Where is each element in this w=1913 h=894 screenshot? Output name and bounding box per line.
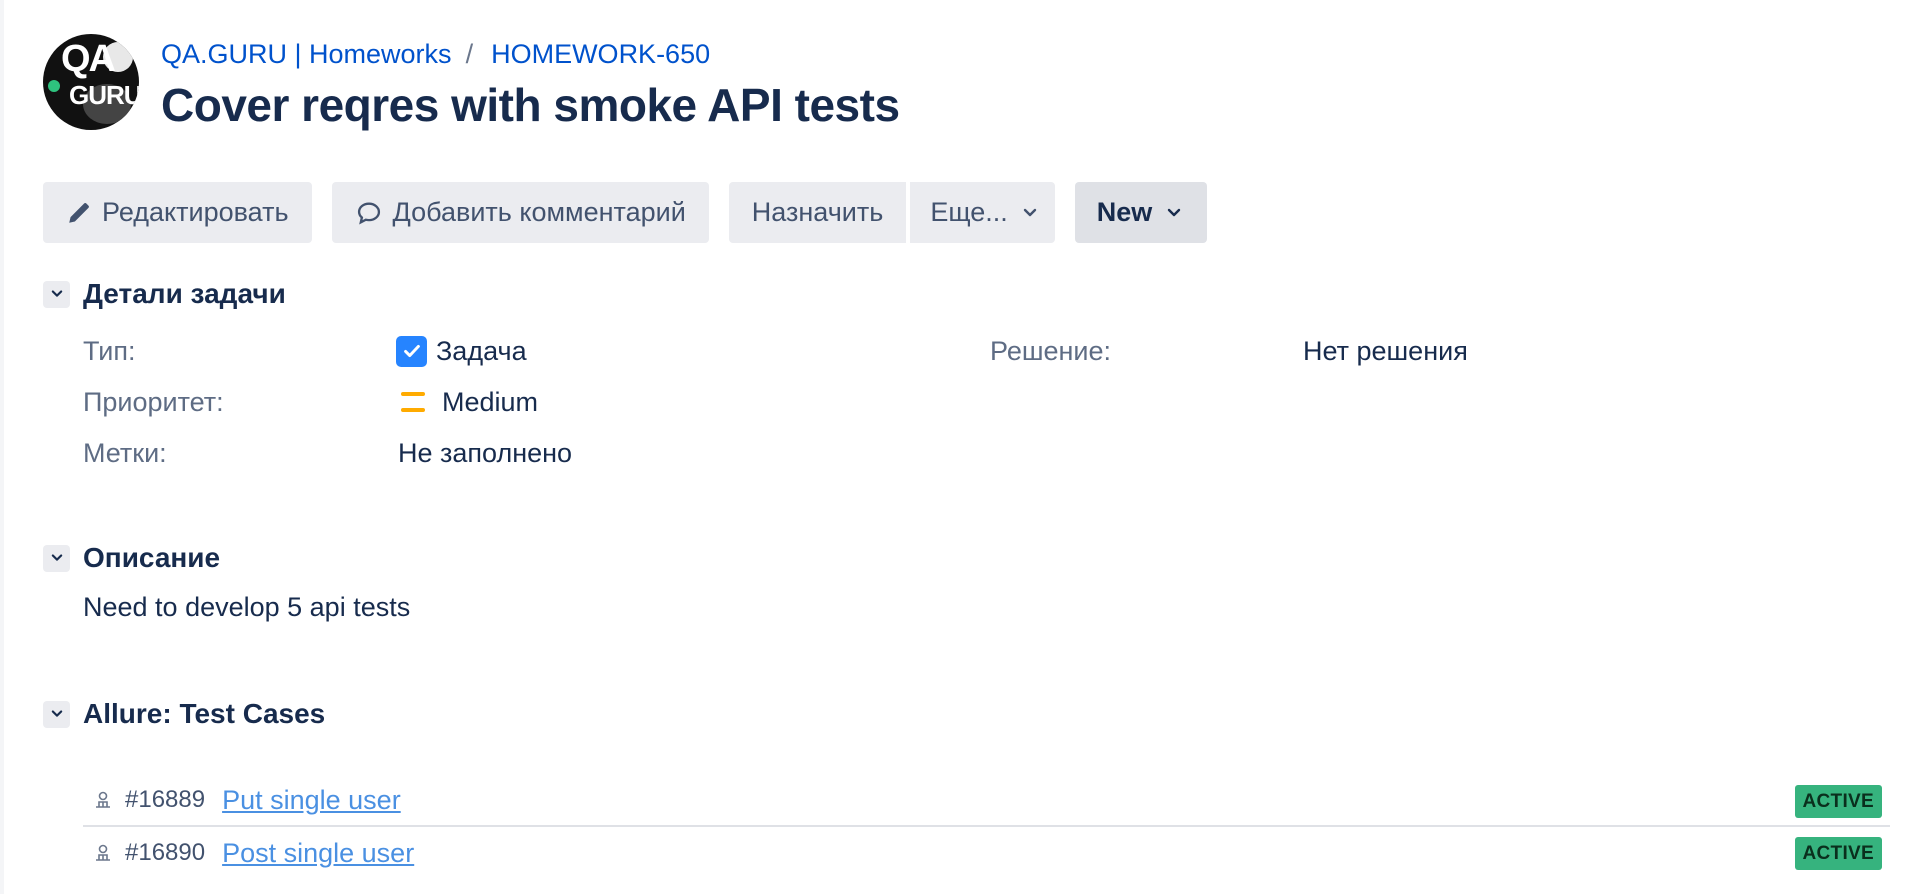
allure-section-header: Allure: Test Cases	[43, 698, 325, 730]
more-actions-label: Еще...	[930, 197, 1008, 227]
edit-button[interactable]: Редактировать	[43, 182, 312, 243]
priority-label: Приоритет:	[83, 387, 224, 417]
details-toggle[interactable]	[43, 280, 70, 308]
test-case-row: #16890 Post single user ACTIVE	[83, 827, 1890, 879]
test-case-id: #16889	[125, 786, 206, 813]
edit-button-label: Редактировать	[102, 197, 289, 227]
type-value-text: Задача	[436, 336, 527, 366]
test-case-link[interactable]: Post single user	[222, 838, 414, 869]
test-case-list: #16889 Put single user ACTIVE #16890 Pos…	[83, 775, 1890, 879]
status-button-label: New	[1096, 197, 1153, 227]
details-section-header: Детали задачи	[43, 278, 286, 310]
status-badge: ACTIVE	[1794, 785, 1882, 818]
more-actions-button[interactable]: Еще...	[910, 182, 1055, 243]
assign-button[interactable]: Назначить	[728, 182, 907, 243]
chevron-down-icon	[1166, 207, 1182, 219]
chevron-down-icon	[51, 290, 62, 297]
test-case-link[interactable]: Put single user	[222, 785, 401, 816]
comment-icon	[355, 199, 383, 227]
avatar-dot	[48, 80, 60, 92]
chevron-down-icon	[1022, 207, 1038, 219]
allure-section-title: Allure: Test Cases	[83, 698, 326, 729]
description-section-header: Описание	[43, 542, 220, 574]
status-badge: ACTIVE	[1794, 837, 1882, 870]
test-case-id: #16890	[125, 839, 206, 866]
assign-button-label: Назначить	[751, 197, 884, 227]
breadcrumb-project-link[interactable]: QA.GURU | Homeworks	[161, 36, 452, 72]
priority-value-text: Medium	[442, 387, 539, 417]
avatar-text-guru: GURU	[69, 80, 139, 110]
chevron-down-icon	[51, 554, 62, 561]
breadcrumb-issue-key[interactable]: HOMEWORK-650	[491, 36, 710, 72]
add-comment-button-label: Добавить комментарий	[392, 197, 686, 227]
labels-label: Метки:	[83, 438, 167, 468]
test-case-icon	[93, 789, 115, 811]
page-title: Cover reqres with smoke API tests	[161, 79, 900, 131]
test-case-row: #16889 Put single user ACTIVE	[83, 775, 1890, 827]
left-edge-bar	[0, 0, 4, 894]
issue-header: QA GURU QA.GURU | Homeworks / HOMEWORK-6…	[43, 34, 900, 134]
breadcrumb: QA.GURU | Homeworks / HOMEWORK-650	[161, 36, 900, 72]
avatar-text-qa: QA	[61, 38, 116, 80]
chevron-down-icon	[51, 710, 62, 717]
details-section-title: Детали задачи	[83, 278, 286, 309]
checkbox-icon	[396, 335, 427, 367]
type-value: Задача	[396, 334, 527, 368]
add-comment-button[interactable]: Добавить комментарий	[331, 182, 709, 243]
status-button[interactable]: New	[1074, 182, 1208, 243]
resolution-value: Нет решения	[1303, 336, 1468, 366]
description-section-title: Описание	[83, 542, 221, 573]
test-case-icon	[93, 842, 115, 864]
pencil-icon	[66, 200, 92, 226]
priority-value: Medium	[398, 385, 538, 419]
labels-value: Не заполнено	[398, 438, 573, 468]
priority-medium-icon	[401, 392, 425, 412]
breadcrumb-separator: /	[465, 39, 474, 69]
allure-toggle[interactable]	[43, 700, 70, 728]
issue-toolbar: Редактировать Добавить комментарий Назна…	[43, 182, 1208, 243]
description-toggle[interactable]	[43, 544, 70, 572]
project-avatar[interactable]: QA GURU	[43, 34, 139, 130]
resolution-label: Решение:	[990, 336, 1112, 366]
type-label: Тип:	[83, 336, 136, 366]
description-text: Need to develop 5 api tests	[83, 592, 411, 622]
